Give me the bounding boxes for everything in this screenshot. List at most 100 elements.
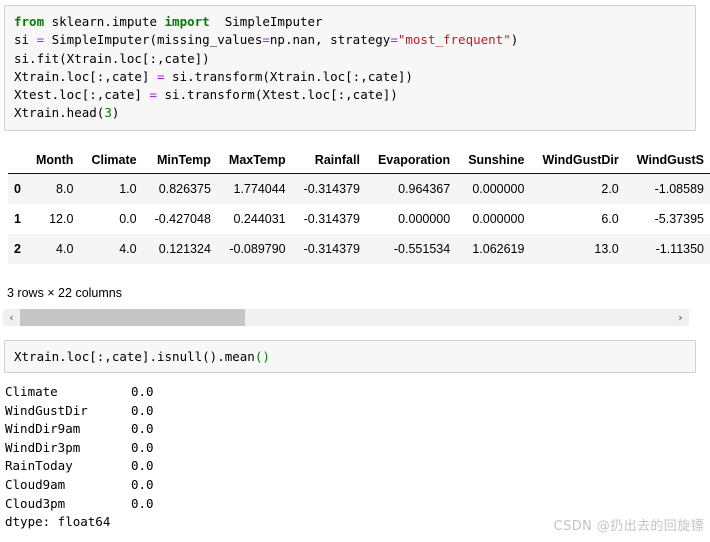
code-token-plain: Xtrain.loc[:,cate].isnull().mean: [14, 349, 255, 364]
code-token-plain: si.transform(Xtest.loc[:,cate]): [157, 87, 398, 103]
column-header: Climate: [82, 148, 146, 174]
code-line: Xtrain.loc[:,cate] = si.transform(Xtrain…: [14, 68, 686, 86]
series-value: 0.0: [131, 495, 154, 511]
series-text-output: Climate 0.0 WindGustDir 0.0 WindDir9am 0.0 Win…: [5, 383, 154, 532]
table-cell: 0.121324: [158, 242, 211, 256]
scrollbar-thumb[interactable]: [20, 309, 245, 326]
code-token-op: =: [36, 32, 45, 48]
scrollbar-track[interactable]: [20, 309, 672, 326]
code-cell-input-1[interactable]: from sklearn.impute import SimpleImputer…: [4, 5, 696, 131]
code-token-op: =: [149, 87, 157, 103]
column-header: WindGustS: [627, 148, 710, 174]
table-header-row: Month Climate MinTemp MaxTemp Rainfall Evapor…: [8, 148, 710, 174]
series-row: Climate 0.0: [5, 383, 154, 402]
code-line: Xtrain.loc[:,cate].isnull().mean(): [14, 348, 686, 366]
table-cell: -0.314379: [303, 212, 360, 226]
series-row: Cloud3pm 0.0: [5, 495, 154, 514]
table-cell: -0.089790: [229, 242, 286, 256]
code-token-plain: ): [510, 32, 519, 48]
series-value: 0.0: [131, 458, 154, 474]
series-value: 0.0: [131, 476, 154, 492]
series-label: RainToday: [5, 458, 73, 474]
dataframe-horizontal-scrollbar[interactable]: ‹ ›: [3, 309, 689, 326]
code-line: Xtrain.head(3): [14, 104, 686, 122]
code-token-plain: SimpleImputer(missing_values: [44, 32, 263, 48]
row-index-label: 1: [14, 212, 21, 226]
table-cell: -0.314379: [303, 242, 360, 256]
table-cell: -5.37395: [654, 212, 704, 226]
code-token-kw: from: [14, 14, 45, 29]
series-label: Cloud9am: [5, 476, 66, 492]
series-row: Cloud9am 0.0: [5, 476, 154, 495]
code-token-plain: Xtrain.head(: [14, 105, 105, 121]
table-cell: 4.0: [56, 242, 74, 256]
code-cell-input-2[interactable]: Xtrain.loc[:,cate].isnull().mean(): [4, 340, 696, 373]
table-cell: 1.0: [119, 182, 137, 196]
series-label: WindDir9am: [5, 421, 81, 437]
series-label: WindDir3pm: [5, 439, 81, 455]
table-cell: -0.551534: [393, 242, 451, 256]
series-row: WindDir9am 0.0: [5, 420, 154, 439]
table-cell: 0.826375: [158, 182, 211, 196]
scroll-right-arrow-icon[interactable]: ›: [672, 309, 689, 326]
table-cell: 12.0: [49, 212, 74, 226]
series-value: 0.0: [131, 421, 154, 437]
column-header-index: [8, 148, 27, 174]
code-token-plain: Xtrain.loc[:,cate]: [14, 68, 157, 84]
column-header: MinTemp: [145, 148, 220, 174]
code-token-str: "most_frequent": [397, 32, 511, 48]
code-token-op: =: [157, 68, 165, 84]
table-cell: -1.08589: [654, 182, 704, 196]
series-value: 0.0: [131, 439, 154, 455]
column-header: Rainfall: [294, 148, 369, 174]
series-label: Cloud3pm: [5, 495, 66, 511]
table-cell: 0.000000: [472, 182, 525, 196]
code-token-num: (): [254, 349, 270, 364]
table-row: 2 4.0 4.0 0.121324 -0.089790 -0.314379 -0.5515…: [8, 234, 710, 264]
table-cell: 1.774044: [233, 182, 286, 196]
code-token-kw: import: [164, 14, 210, 29]
dataframe-output: Month Climate MinTemp MaxTemp Rainfall Evapor…: [0, 148, 710, 293]
code-token-op: =: [262, 32, 270, 48]
code-token-plain: si.transform(Xtrain.loc[:,cate]): [164, 68, 413, 84]
table-cell: 0.0: [119, 212, 137, 226]
table-cell: -0.314379: [303, 182, 360, 196]
csdn-watermark: CSDN @扔出去的回旋镖: [553, 519, 704, 534]
code-token-plain: si: [14, 32, 37, 48]
series-value: 0.0: [131, 384, 154, 399]
table-cell: 6.0: [601, 212, 619, 226]
series-dtype: dtype: float64: [5, 514, 111, 530]
code-token-plain: np.nan, strategy: [269, 32, 391, 48]
table-cell: -0.427048: [154, 212, 211, 226]
scroll-left-arrow-icon[interactable]: ‹: [3, 309, 20, 326]
table-row: 0 8.0 1.0 0.826375 1.774044 -0.314379 0.964367…: [8, 173, 710, 204]
code-line: Xtest.loc[:,cate] = si.transform(Xtest.l…: [14, 86, 686, 104]
table-cell: 4.0: [119, 242, 137, 256]
code-token-plain: SimpleImputer: [209, 14, 323, 29]
table-cell: 0.000000: [472, 212, 525, 226]
table-cell: -1.11350: [655, 242, 704, 256]
code-token-num: 3: [104, 105, 112, 121]
series-label: WindGustDir: [5, 402, 88, 418]
code-token-op: =: [390, 32, 398, 48]
series-row: WindGustDir 0.0: [5, 402, 154, 421]
table-cell: 8.0: [56, 182, 74, 196]
series-row: WindDir3pm 0.0: [5, 439, 154, 458]
dataframe-body: 0 8.0 1.0 0.826375 1.774044 -0.314379 0.964367…: [8, 173, 710, 264]
series-row: RainToday 0.0: [5, 457, 154, 476]
column-header: MaxTemp: [219, 148, 295, 174]
table-cell: 0.244031: [233, 212, 286, 226]
series-value: 0.0: [131, 402, 154, 418]
dataframe-table: Month Climate MinTemp MaxTemp Rainfall Evapor…: [8, 148, 710, 264]
row-index-label: 0: [14, 182, 21, 196]
table-cell: 2.0: [601, 182, 619, 196]
code-token-plain: si.fit(Xtrain.loc[:,cate]): [14, 50, 210, 66]
code-token-plain: ): [111, 105, 120, 121]
column-header: Sunshine: [459, 148, 534, 174]
dataframe-head: Month Climate MinTemp MaxTemp Rainfall Evapor…: [8, 148, 710, 174]
code-line: si.fit(Xtrain.loc[:,cate]): [14, 50, 686, 68]
code-line: from sklearn.impute import SimpleImputer: [14, 13, 686, 31]
table-cell: 13.0: [594, 242, 619, 256]
table-cell: 1.062619: [472, 242, 525, 256]
column-header: Evaporation: [368, 148, 460, 174]
